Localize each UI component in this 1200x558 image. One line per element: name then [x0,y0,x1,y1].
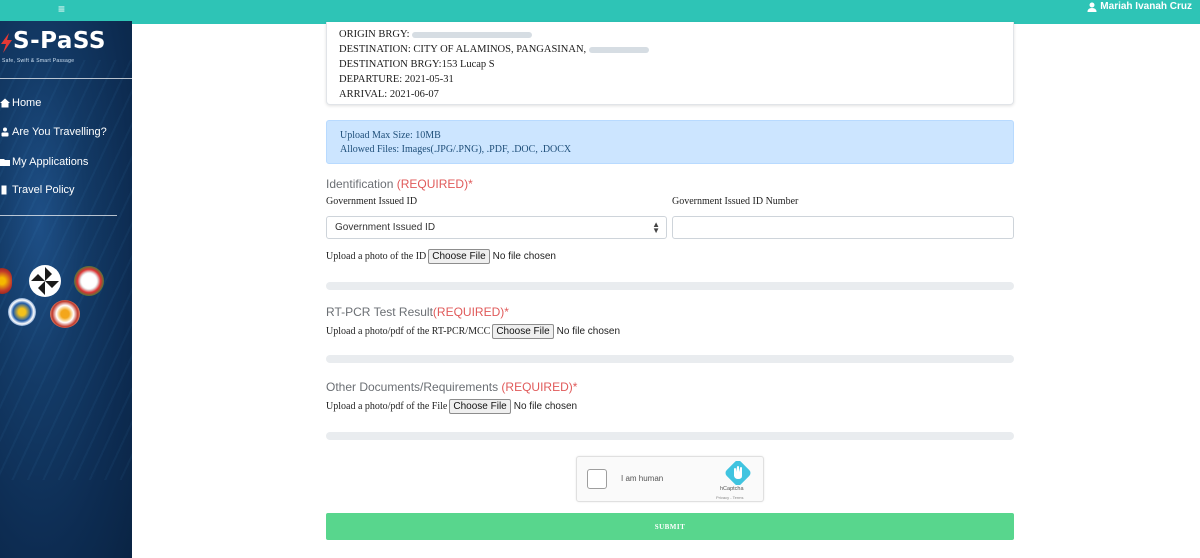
rtpcr-title: RT-PCR Test Result(REQUIRED)* [326,305,509,319]
redacted-text [412,31,533,38]
lgu-seal-icon [8,298,36,326]
sidebar-item-label: Home [12,97,42,109]
id-upload-row: Upload a photo of the ID Choose File No … [326,249,556,264]
trip-details-card: ORIGIN BRGY: DESTINATION: CITY OF ALAMIN… [326,22,1014,105]
home-icon [0,98,10,108]
other-docs-file-status: No file chosen [513,401,578,412]
rtpcr-choose-file-button[interactable]: Choose File [492,324,554,339]
id-file-status: No file chosen [492,251,556,262]
brand-mark-icon [1,33,12,53]
traveller-icon [1,127,9,137]
redacted-text [588,46,649,53]
other-docs-upload-progress [326,432,1014,440]
other-docs-choose-file-button[interactable]: Choose File [449,399,511,414]
captcha-label: I am human [621,474,664,483]
origin-brgy: ORIGIN BRGY: [339,29,533,40]
sidebar-item-label: Travel Policy [12,184,75,196]
government-id-number-input[interactable] [672,216,1014,239]
hcaptcha-widget: I am human hCaptcha Privacy - Terms [576,456,764,502]
allowed-files: Allowed Files: Images(.JPG/.PNG), .PDF, … [340,144,572,155]
user-icon [1087,2,1097,12]
required-marker: (REQUIRED)* [432,305,509,319]
captcha-checkbox[interactable] [587,469,607,489]
sidebar-item-travelling[interactable]: Are You Travelling? [0,123,132,141]
agency-seals [0,262,132,332]
sidebar-item-label: My Applications [12,156,89,168]
select-value: Government Issued ID [335,222,436,233]
select-caret-icon: ▲ ▼ [652,220,660,235]
captcha-links[interactable]: Privacy - Terms [716,495,743,500]
identification-title: Identification (REQUIRED)* [326,177,473,191]
hamburger-menu-icon[interactable]: ≡ [58,3,70,15]
other-docs-upload-row: Upload a photo/pdf of the File Choose Fi… [326,399,577,414]
rtpcr-upload-row: Upload a photo/pdf of the RT-PCR/MCC Cho… [326,324,620,339]
document-icon [1,185,7,195]
upload-info-alert: Upload Max Size: 10MB Allowed Files: Ima… [326,120,1014,164]
government-id-select[interactable]: Government Issued ID ▲ ▼ [326,216,667,239]
dilg-seal-icon [50,300,80,328]
sidebar-item-label: Are You Travelling? [12,126,107,138]
top-bar: Mariah Ivanah Cruz [132,0,1200,24]
id-choose-file-button[interactable]: Choose File [428,249,490,264]
brand-logo[interactable]: S-PaSS Safe, Swift & Smart Passage [0,28,132,70]
destination: DESTINATION: CITY OF ALAMINOS, PANGASINA… [339,44,649,55]
rtpcr-upload-label: Upload a photo/pdf of the RT-PCR/MCC [326,326,491,337]
departure-date: DEPARTURE: 2021-05-31 [339,74,454,85]
brand-tagline: Safe, Swift & Smart Passage [2,58,75,64]
sidebar-item-home[interactable]: Home [0,94,132,112]
user-menu[interactable]: Mariah Ivanah Cruz [1087,1,1192,12]
other-documents-title: Other Documents/Requirements (REQUIRED)* [326,380,578,394]
hcaptcha-logo-icon [725,461,751,485]
rtpcr-upload-progress [326,355,1014,363]
folder-icon [0,159,10,166]
sidebar-divider [0,215,117,216]
sidebar-item-travel-policy[interactable]: Travel Policy [0,181,132,199]
ph-seal-icon [0,268,12,294]
pinwheel-logo-icon [29,265,61,297]
required-marker: (REQUIRED)* [501,380,578,394]
brand-name: S-PaSS [13,28,106,54]
id-upload-progress [326,282,1014,290]
iatf-seal-icon [74,266,104,296]
government-id-label: Government Issued ID [326,196,418,207]
sidebar-item-applications[interactable]: My Applications [0,153,132,171]
sidebar: ≡ S-PaSS Safe, Swift & Smart Passage Hom… [0,0,132,558]
other-docs-upload-label: Upload a photo/pdf of the File [326,401,448,412]
rtpcr-file-status: No file chosen [556,326,621,337]
captcha-brand: hCaptcha [720,486,744,492]
upload-max-size: Upload Max Size: 10MB [340,130,441,141]
destination-brgy: DESTINATION BRGY:153 Lucap S [339,59,495,70]
user-name: Mariah Ivanah Cruz [1100,1,1192,12]
submit-button[interactable]: SUBMIT [326,513,1014,540]
sidebar-divider [0,78,132,79]
arrival-date: ARRIVAL: 2021-06-07 [339,89,439,100]
id-upload-label: Upload a photo of the ID [326,251,427,262]
government-id-number-label: Government Issued ID Number [672,196,799,207]
required-marker: (REQUIRED)* [396,177,473,191]
